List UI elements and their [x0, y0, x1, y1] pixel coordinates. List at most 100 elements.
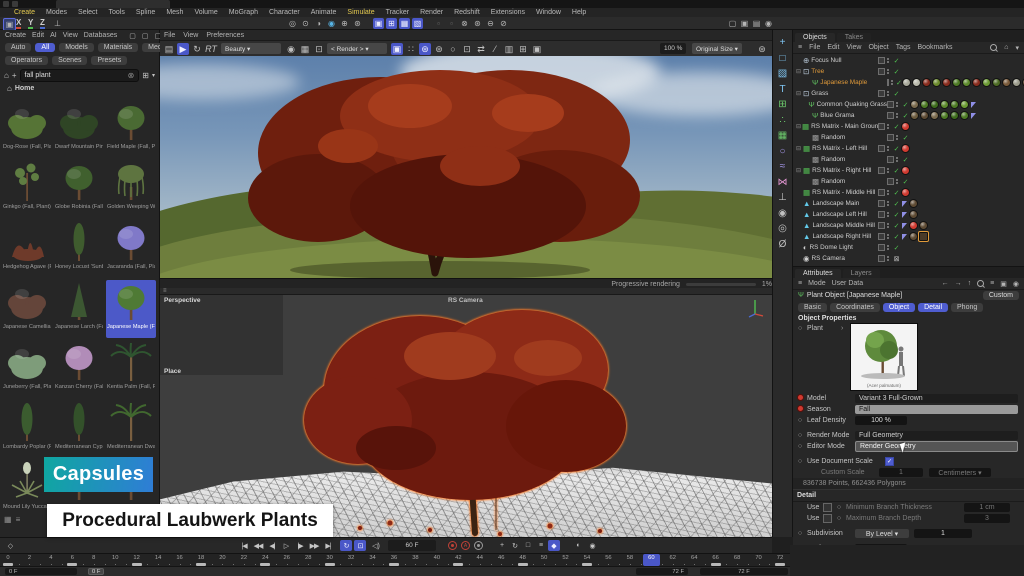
- enabled-check-icon[interactable]: ✓: [892, 233, 901, 241]
- menu-mesh[interactable]: Mesh: [166, 9, 183, 16]
- layer-checkbox[interactable]: [878, 233, 885, 240]
- menu-redshift[interactable]: Redshift: [454, 9, 480, 16]
- keyframe-dot[interactable]: ○: [793, 458, 807, 465]
- monitor-icon[interactable]: ▢: [129, 32, 136, 40]
- keyframe-dot[interactable]: ○: [793, 432, 807, 439]
- visibility-dots[interactable]: [887, 212, 889, 217]
- current-frame-field[interactable]: 60 F: [388, 540, 436, 551]
- selected-tag-icon[interactable]: [919, 232, 928, 241]
- record-params-icon[interactable]: ≡: [535, 540, 547, 551]
- object-row[interactable]: ▩Random✓: [793, 154, 1024, 165]
- plant-card[interactable]: Honey Locust 'Sunbur...: [54, 220, 104, 278]
- flake2-icon[interactable]: ⊛: [433, 43, 445, 55]
- search-icon[interactable]: [990, 44, 997, 51]
- menu-render[interactable]: Render: [420, 9, 443, 16]
- expand-arrow-icon[interactable]: ›: [841, 325, 843, 332]
- menu-animate[interactable]: Animate: [311, 9, 337, 16]
- image-icon[interactable]: ▥: [503, 43, 515, 55]
- snap-icon[interactable]: ◎: [287, 18, 298, 29]
- remove-circle-icon[interactable]: ⊖: [485, 18, 496, 29]
- visibility-dots[interactable]: [896, 157, 898, 162]
- sound-icon[interactable]: ◁): [370, 540, 382, 551]
- symmetry-icon[interactable]: ⋈: [776, 176, 790, 189]
- plant-card[interactable]: Japanese Camellia (Fal...: [2, 280, 52, 338]
- rv-menu-view[interactable]: View: [183, 32, 198, 39]
- layer-checkbox[interactable]: [878, 189, 885, 196]
- object-row[interactable]: ⊟▦RS Matrix - Right Hill✓: [793, 165, 1024, 176]
- visibility-dots[interactable]: [896, 102, 898, 107]
- lock-icon[interactable]: ▣: [391, 43, 403, 55]
- material-tag-icon[interactable]: [909, 232, 918, 241]
- enabled-check-icon[interactable]: ✓: [892, 123, 901, 131]
- material-tag-icon[interactable]: [950, 111, 959, 120]
- material-tag-icon[interactable]: [942, 78, 951, 87]
- attr-tab-coordinates[interactable]: Coordinates: [830, 303, 880, 312]
- plant-card[interactable]: Dog-Rose (Fall, Plant): [2, 100, 52, 158]
- visibility-dots[interactable]: [896, 135, 898, 140]
- rv-menu-preferences[interactable]: Preferences: [206, 32, 244, 39]
- plant-card[interactable]: Mediterranean Cypres...: [54, 400, 104, 458]
- motion-mode-icon[interactable]: ◐: [572, 540, 584, 551]
- record-icon[interactable]: [448, 541, 457, 550]
- plant-card[interactable]: Kentia Palm (Fall, Plant): [106, 340, 156, 398]
- grid-icon[interactable]: ▦: [399, 18, 410, 29]
- shade-icon[interactable]: ◑: [313, 18, 324, 29]
- ab-subtab-scenes[interactable]: Scenes: [52, 56, 87, 65]
- use-checkbox[interactable]: [823, 514, 832, 523]
- object-row[interactable]: ▲Landscape Main✓: [793, 198, 1024, 209]
- list-view-icon[interactable]: ≡: [16, 515, 21, 524]
- loop-icon[interactable]: ↻: [340, 540, 352, 551]
- material-tag-icon[interactable]: [910, 111, 919, 120]
- material-tag-icon[interactable]: [930, 100, 939, 109]
- menu-create[interactable]: Create: [14, 9, 35, 16]
- om-menu-object[interactable]: Object: [868, 44, 888, 51]
- object-row[interactable]: ▲Landscape Middle Hill✓: [793, 220, 1024, 231]
- forward-icon[interactable]: →: [955, 280, 962, 287]
- rig-icon[interactable]: ⊛: [352, 18, 363, 29]
- quantize-icon[interactable]: ⊙: [300, 18, 311, 29]
- material-tag-icon[interactable]: [1002, 78, 1011, 87]
- material-tag-icon[interactable]: [912, 78, 921, 87]
- checkbox-use-document-scale[interactable]: ✓: [885, 457, 894, 466]
- gear-icon[interactable]: ⊛: [472, 18, 483, 29]
- enabled-check-icon[interactable]: ✓: [892, 145, 901, 153]
- visibility-dots[interactable]: [887, 69, 889, 74]
- enabled-check-icon[interactable]: ✓: [892, 167, 901, 175]
- plant-card[interactable]: Japanese Larch (Fall, Pl...: [54, 280, 104, 338]
- menu-mograph[interactable]: MoGraph: [229, 9, 258, 16]
- attr-tab-basic[interactable]: Basic: [798, 303, 827, 312]
- layer-checkbox[interactable]: [878, 255, 885, 262]
- enabled-check-icon[interactable]: ✓: [892, 90, 901, 98]
- expander-icon[interactable]: ⊟: [796, 167, 802, 174]
- object-row[interactable]: ▲Landscape Left Hill✓: [793, 209, 1024, 220]
- expander-icon[interactable]: ⊟: [796, 123, 801, 130]
- image-add-icon[interactable]: ⊞: [517, 43, 529, 55]
- visibility-dots[interactable]: [887, 245, 889, 250]
- menu-volume[interactable]: Volume: [194, 9, 217, 16]
- material-tag-icon[interactable]: [920, 111, 929, 120]
- axis-lock-icon[interactable]: ⊥: [52, 18, 63, 29]
- enabled-check-icon[interactable]: ✓: [901, 101, 910, 109]
- mode-menu[interactable]: Mode: [808, 280, 826, 287]
- object-row[interactable]: ▦RS Matrix - Middle Hill✓: [793, 187, 1024, 198]
- object-row[interactable]: ⊟▦RS Matrix - Left Hill✓: [793, 143, 1024, 154]
- material-tag-icon[interactable]: [952, 78, 961, 87]
- layer-checkbox[interactable]: [887, 156, 894, 163]
- object-row[interactable]: ΨCommon Quaking Grass✓: [793, 99, 1024, 110]
- chevron-down-icon[interactable]: ▾: [152, 72, 155, 79]
- material-tag-icon[interactable]: [992, 78, 1001, 87]
- account-icon[interactable]: ◉: [763, 18, 774, 29]
- cloner-icon[interactable]: ⊞: [776, 98, 790, 111]
- menu-character[interactable]: Character: [269, 9, 300, 16]
- plant-card[interactable]: Mediterranean Dwarf ...: [106, 400, 156, 458]
- record-rotation-icon[interactable]: ↻: [509, 540, 521, 551]
- expander-icon[interactable]: ⊟: [796, 145, 802, 152]
- material-tag-icon[interactable]: [972, 78, 981, 87]
- material-tag-icon[interactable]: [919, 221, 928, 230]
- record-position-icon[interactable]: +: [496, 540, 508, 551]
- keyframe-dot-red[interactable]: [793, 394, 807, 403]
- plant-card[interactable]: Ginkgo (Fall, Plant): [2, 160, 52, 218]
- breadcrumb[interactable]: ⌂ Home: [0, 83, 159, 94]
- copy-icon[interactable]: ▣: [531, 43, 543, 55]
- render-region-dropdown[interactable]: < Render > ▾: [327, 43, 387, 54]
